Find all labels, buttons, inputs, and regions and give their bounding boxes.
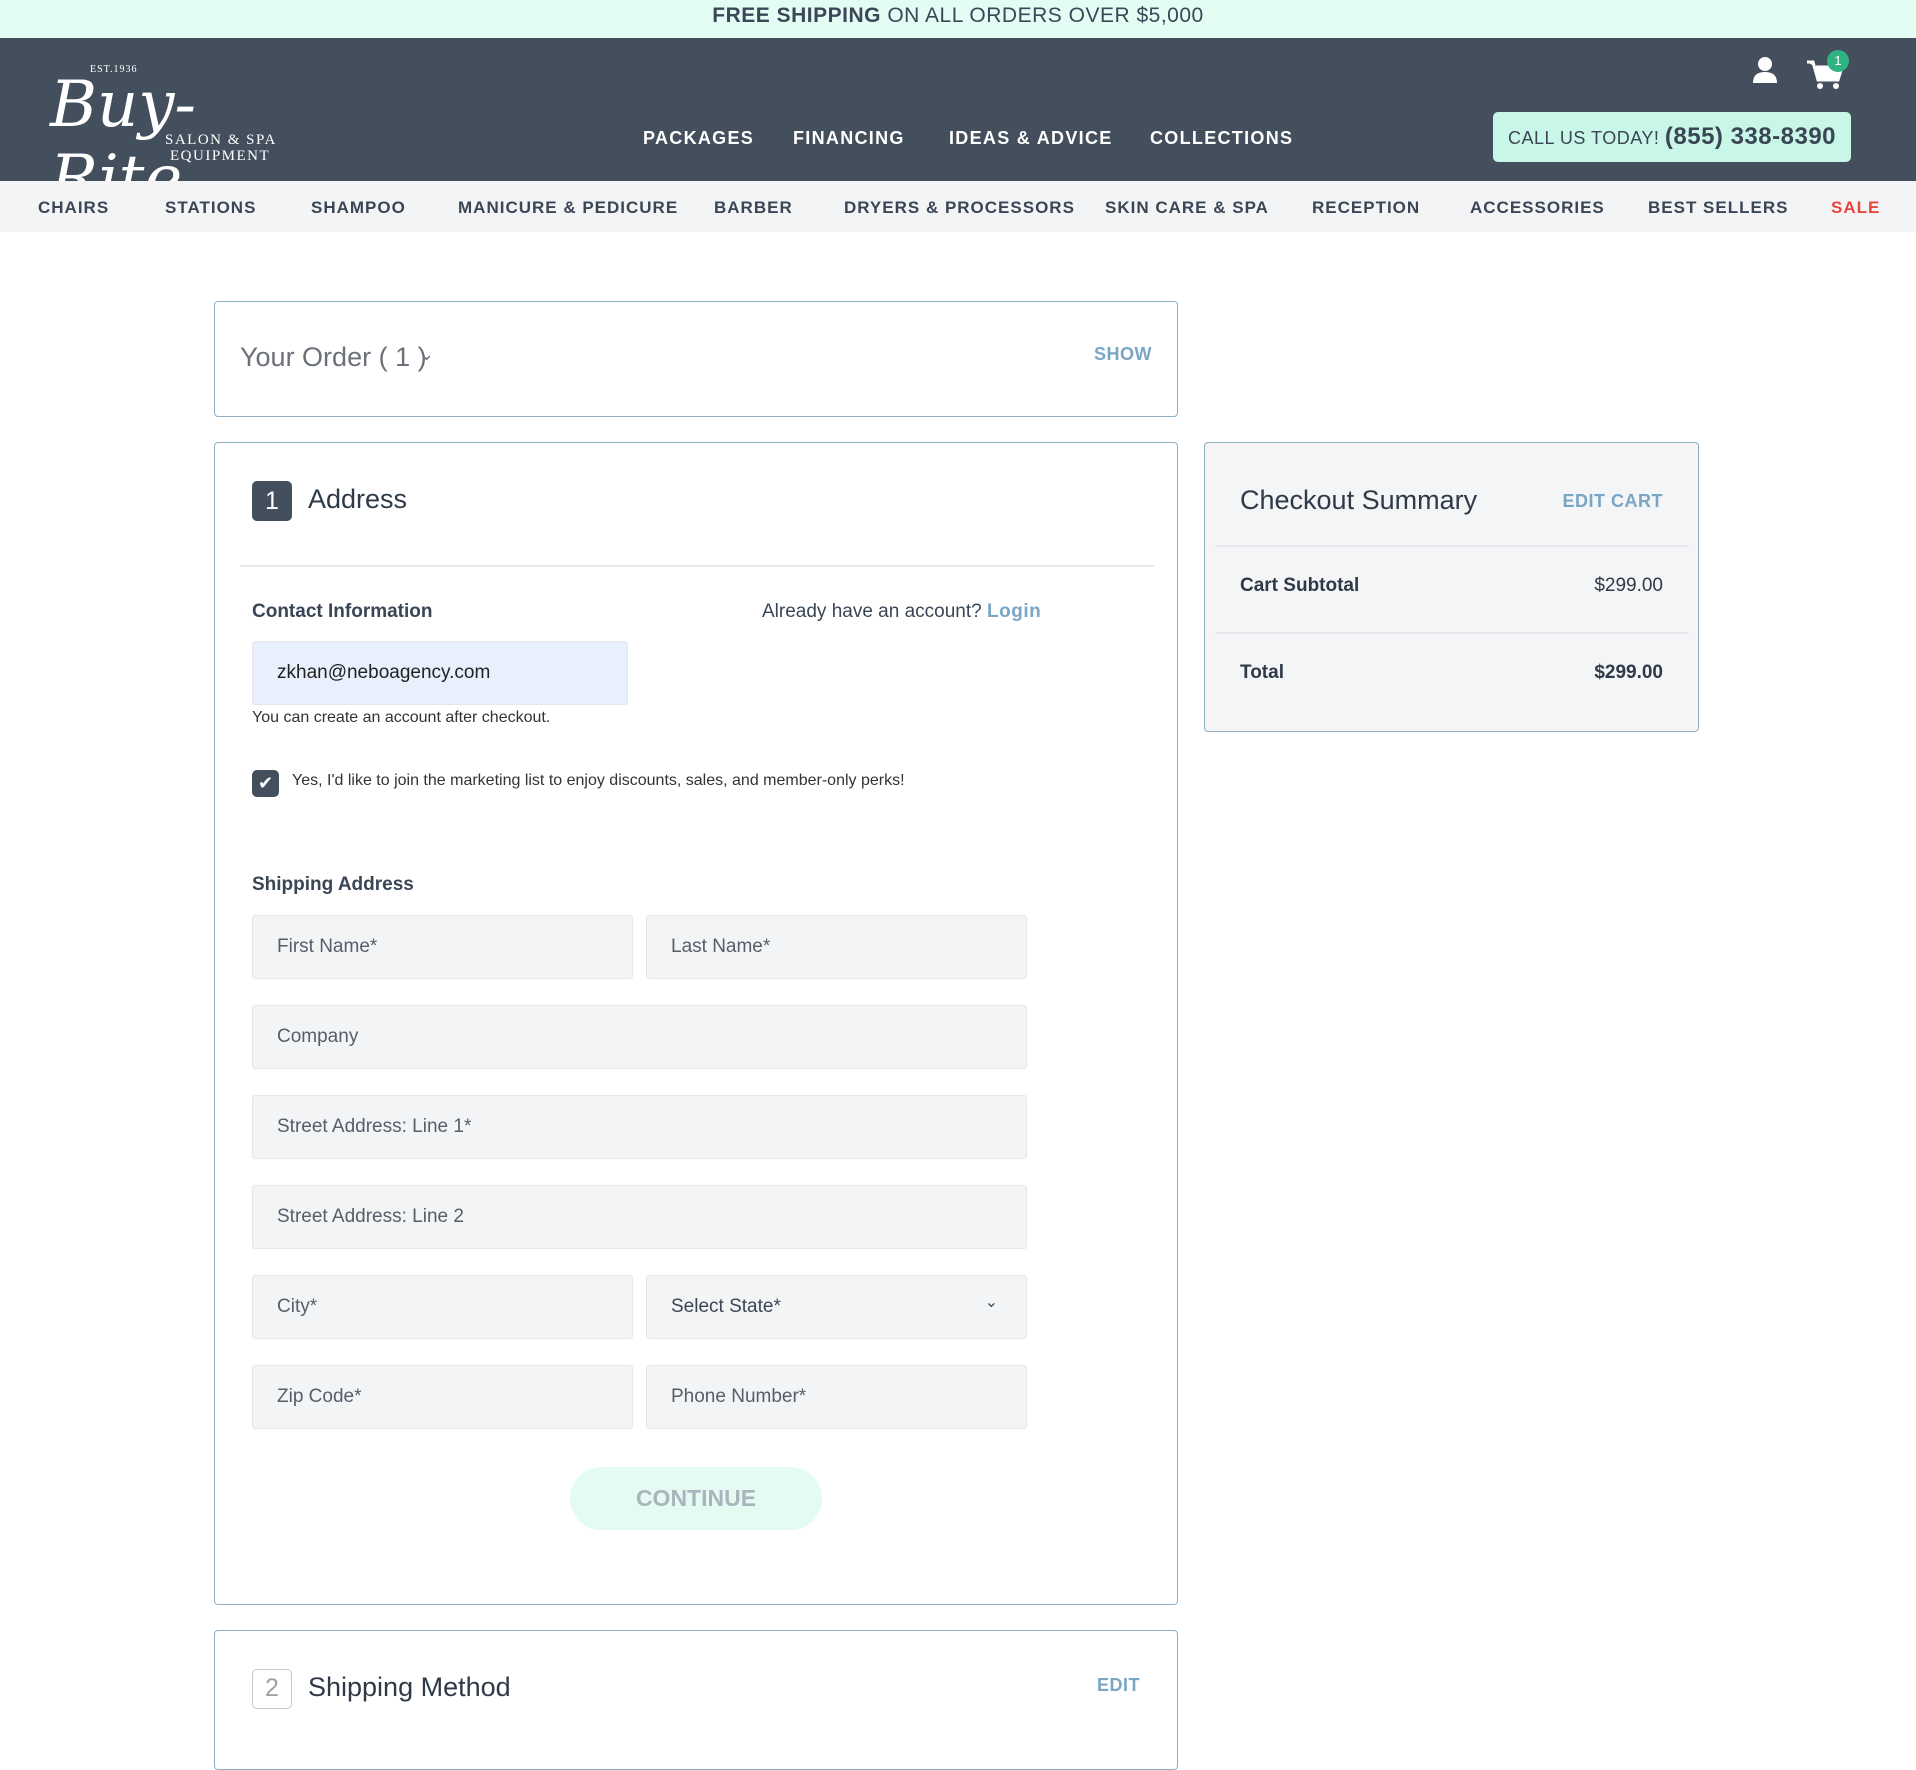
state-select[interactable]: Select State* ⌄ (646, 1275, 1027, 1339)
company-input[interactable]: Company (252, 1005, 1027, 1069)
chevron-down-icon: ⌄ (984, 1294, 998, 1311)
zip-input[interactable]: Zip Code* (252, 1365, 633, 1429)
cat-accessories[interactable]: ACCESSORIES (1470, 198, 1605, 218)
contact-info-label: Contact Information (252, 601, 433, 622)
phone-input[interactable]: Phone Number* (646, 1365, 1027, 1429)
chevron-down-icon: ⌄ (419, 344, 435, 364)
address-title: Address (308, 484, 408, 514)
shipping-method-panel: 2 Shipping Method EDIT (214, 1630, 1178, 1770)
step-number-badge: 2 (252, 1669, 292, 1709)
cart-count-badge: 1 (1827, 50, 1849, 72)
marketing-checkbox[interactable]: ✔ (252, 770, 279, 797)
cat-sale[interactable]: SALE (1831, 198, 1880, 218)
street1-input[interactable]: Street Address: Line 1* (252, 1095, 1027, 1159)
call-label: CALL US TODAY! (1507, 128, 1660, 148)
nav-financing[interactable]: FINANCING (793, 128, 905, 149)
state-select-value: Select State* (671, 1296, 781, 1317)
your-order-panel[interactable]: Your Order ( 1 ) ⌄ SHOW (214, 301, 1178, 417)
promo-bold: FREE SHIPPING (712, 4, 881, 27)
logo-tagline: EQUIPMENT (170, 148, 271, 164)
step-number-badge: 1 (252, 481, 292, 521)
address-panel: 1 Address Contact Information Already ha… (214, 442, 1178, 1605)
site-header: EST.1936 Buy-Rite SALON & SPA EQUIPMENT … (0, 38, 1916, 216)
first-name-input[interactable]: First Name* (252, 915, 633, 979)
edit-shipping-link[interactable]: EDIT (1097, 1675, 1140, 1696)
divider (240, 565, 1154, 567)
subtotal-label: Cart Subtotal (1240, 575, 1360, 596)
logo[interactable]: EST.1936 Buy-Rite SALON & SPA EQUIPMENT (50, 58, 290, 216)
promo-text: ON ALL ORDERS OVER $5,000 (881, 4, 1204, 27)
cat-chairs[interactable]: CHAIRS (38, 198, 109, 218)
cat-manicure-pedicure[interactable]: MANICURE & PEDICURE (458, 198, 678, 218)
divider (1215, 545, 1689, 547)
email-input[interactable]: zkhan@neboagency.com (252, 641, 628, 705)
call-us-button[interactable]: CALL US TODAY! (855) 338-8390 (1493, 112, 1851, 162)
nav-ideas-advice[interactable]: IDEAS & ADVICE (949, 128, 1113, 149)
nav-packages[interactable]: PACKAGES (643, 128, 754, 149)
category-nav: CHAIRS STATIONS SHAMPOO MANICURE & PEDIC… (0, 181, 1916, 232)
summary-title: Checkout Summary (1240, 485, 1478, 515)
nav-collections[interactable]: COLLECTIONS (1150, 128, 1293, 149)
edit-cart-link[interactable]: EDIT CART (1563, 491, 1664, 512)
user-icon[interactable] (1752, 56, 1778, 84)
shipping-method-title: Shipping Method (308, 1672, 511, 1702)
your-order-title: Your Order ( 1 ) (240, 342, 427, 372)
promo-banner: FREE SHIPPING ON ALL ORDERS OVER $5,000 (0, 0, 1916, 38)
account-prompt: Already have an account? Login (762, 601, 1041, 623)
cat-reception[interactable]: RECEPTION (1312, 198, 1420, 218)
account-prompt-text: Already have an account? (762, 601, 982, 622)
continue-button[interactable]: CONTINUE (570, 1467, 822, 1530)
shipping-address-label: Shipping Address (252, 874, 414, 895)
total-label: Total (1240, 662, 1284, 683)
cat-shampoo[interactable]: SHAMPOO (311, 198, 406, 218)
cat-barber[interactable]: BARBER (714, 198, 793, 218)
cat-stations[interactable]: STATIONS (165, 198, 256, 218)
show-order-button[interactable]: SHOW (1094, 344, 1152, 365)
call-phone: (855) 338-8390 (1664, 123, 1837, 150)
marketing-label: Yes, I'd like to join the marketing list… (292, 772, 905, 789)
cat-skin-care-spa[interactable]: SKIN CARE & SPA (1105, 198, 1269, 218)
last-name-input[interactable]: Last Name* (646, 915, 1027, 979)
city-input[interactable]: City* (252, 1275, 633, 1339)
logo-tagline: SALON & SPA (165, 132, 277, 148)
total-value: $299.00 (1594, 662, 1663, 683)
checkout-summary-panel: Checkout Summary EDIT CART Cart Subtotal… (1204, 442, 1699, 732)
cat-dryers-processors[interactable]: DRYERS & PROCESSORS (844, 198, 1075, 218)
login-link[interactable]: Login (987, 601, 1041, 622)
subtotal-value: $299.00 (1594, 575, 1663, 596)
cat-best-sellers[interactable]: BEST SELLERS (1648, 198, 1788, 218)
street2-input[interactable]: Street Address: Line 2 (252, 1185, 1027, 1249)
divider (1215, 632, 1689, 634)
email-hint: You can create an account after checkout… (252, 709, 551, 726)
